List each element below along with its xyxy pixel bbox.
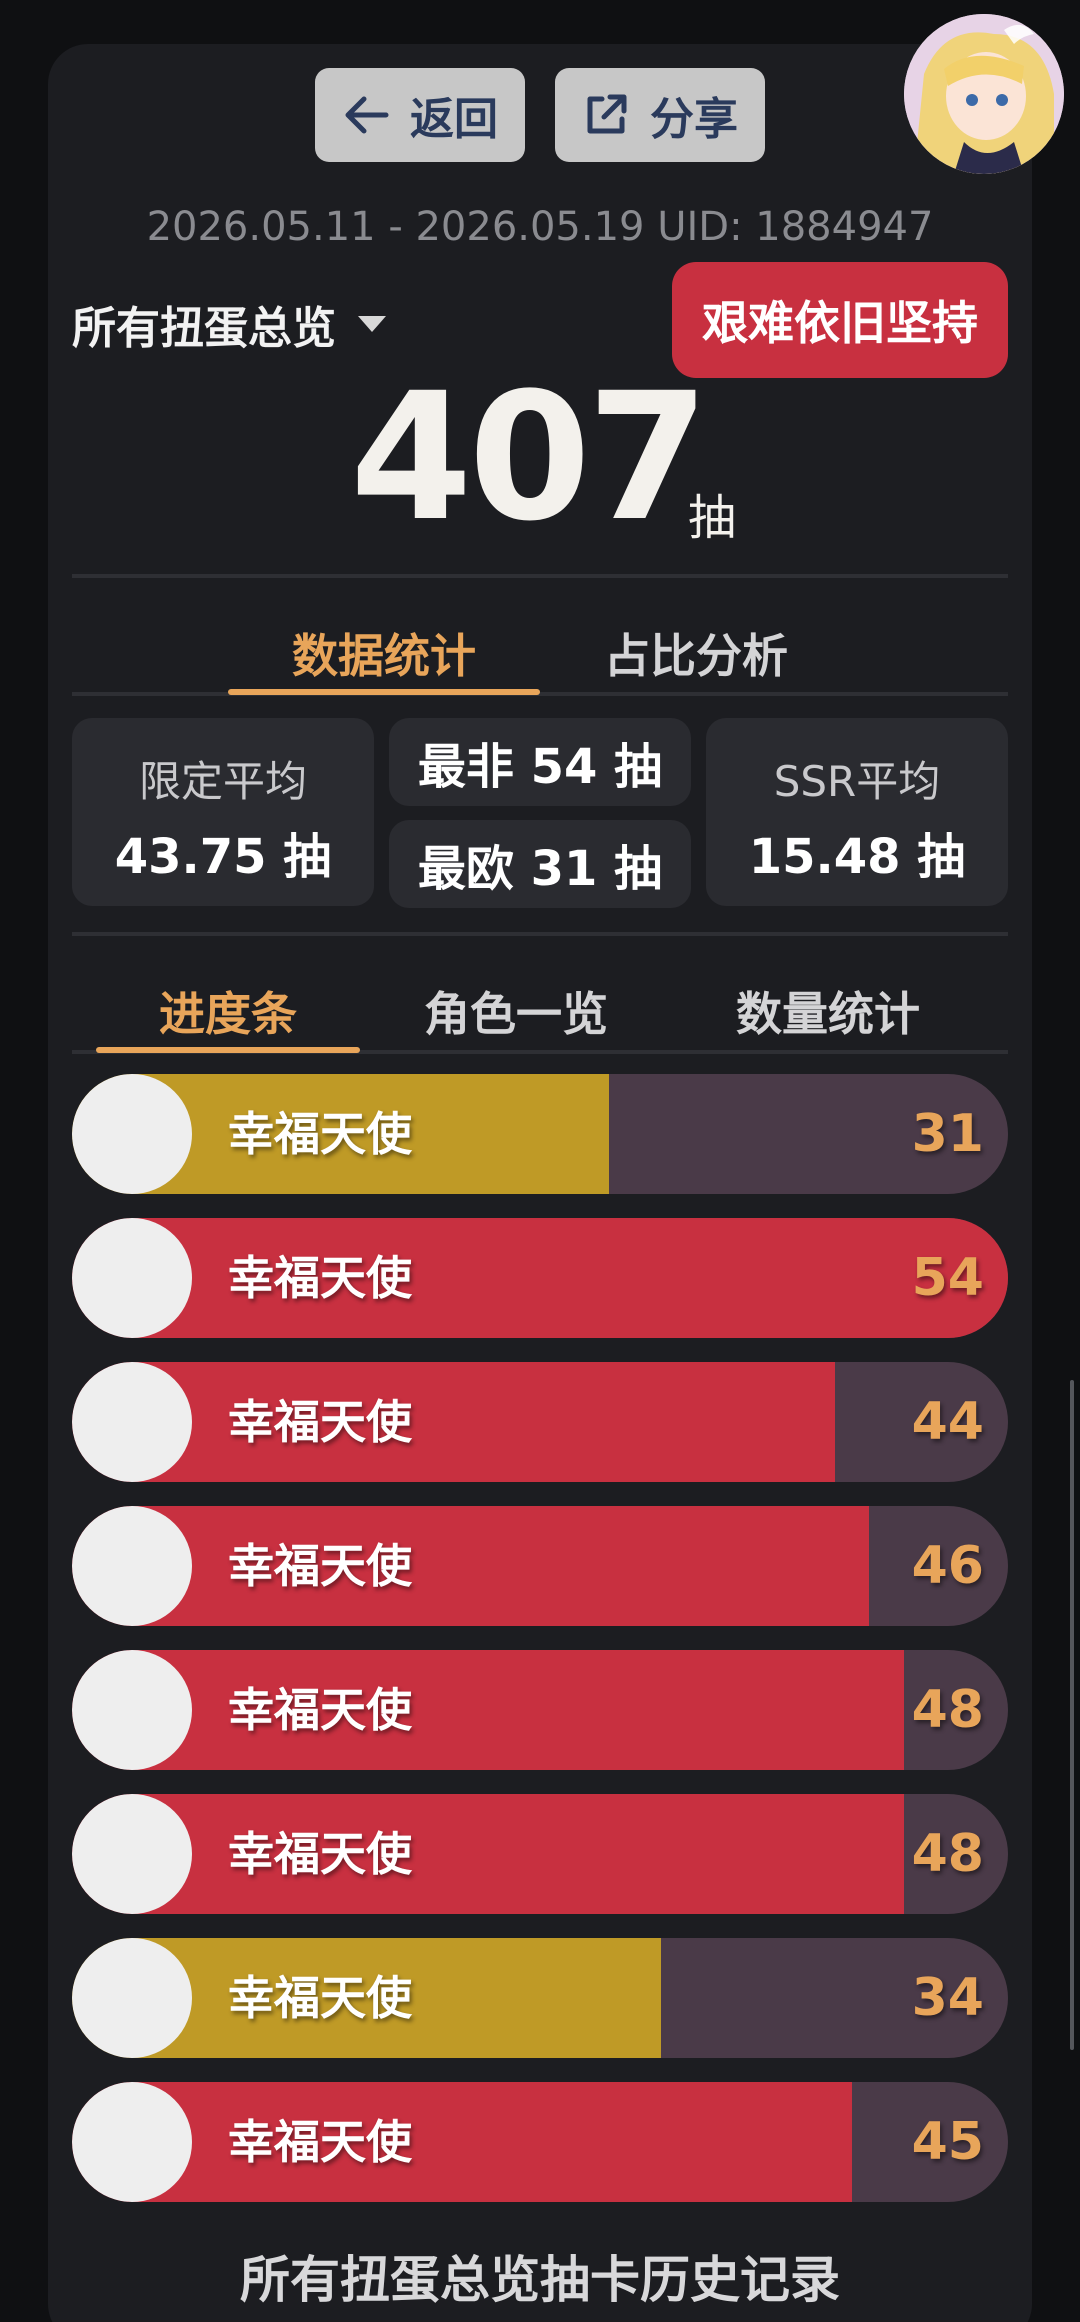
progress-fill: [72, 1650, 904, 1770]
ssr-avg-value: 15.48 抽: [748, 829, 966, 885]
avatar[interactable]: [904, 14, 1064, 174]
character-avatar: [72, 1362, 192, 1482]
character-name: 幸福天使: [228, 1827, 412, 1881]
pull-count: 54: [911, 1248, 984, 1308]
progress-fill: [72, 1794, 904, 1914]
character-name: 幸福天使: [228, 1107, 412, 1161]
character-avatar: [72, 1074, 192, 1194]
tab-data-stats[interactable]: 数据统计: [228, 620, 540, 686]
scrollbar[interactable]: [1070, 1380, 1074, 2050]
character-avatar: [72, 1218, 192, 1338]
worst-box: 最非 54 抽: [389, 718, 691, 806]
arrow-left-icon: [342, 95, 390, 135]
pull-count: 48: [911, 1824, 984, 1884]
pull-count: 48: [911, 1680, 984, 1740]
limited-avg-box: 限定平均 43.75 抽: [72, 718, 374, 906]
share-button[interactable]: 分享: [555, 68, 765, 162]
character-name: 幸福天使: [228, 1395, 412, 1449]
character-name: 幸福天使: [228, 1971, 412, 2025]
subtab-underline: [96, 1047, 360, 1053]
history-title: 所有扭蛋总览抽卡历史记录: [240, 2251, 840, 2309]
overview-title-label: 所有扭蛋总览: [72, 303, 336, 354]
limited-avg-value: 43.75 抽: [114, 829, 332, 885]
total-pulls: 407: [350, 355, 709, 560]
character-avatar: [72, 1506, 192, 1626]
total-unit: 抽: [688, 490, 737, 546]
page: 返回 分享 2026.05.11 - 2026.05.19 UID: 18849…: [0, 0, 1080, 2322]
pull-count: 31: [911, 1104, 984, 1164]
progress-row[interactable]: 幸福天使 48: [72, 1794, 1008, 1914]
progress-row[interactable]: 幸福天使 48: [72, 1650, 1008, 1770]
date-range-uid: 2026.05.11 - 2026.05.19 UID: 1884947: [146, 204, 934, 250]
tab-character-list[interactable]: 角色一览: [384, 978, 648, 1044]
progress-row[interactable]: 幸福天使 44: [72, 1362, 1008, 1482]
progress-row[interactable]: 幸福天使 34: [72, 1938, 1008, 2058]
character-avatar: [72, 1794, 192, 1914]
character-name: 幸福天使: [228, 1539, 412, 1593]
divider: [72, 574, 1008, 578]
character-name: 幸福天使: [228, 1683, 412, 1737]
tab-ratio-analysis[interactable]: 占比分析: [540, 620, 852, 686]
tab-count-stats[interactable]: 数量统计: [694, 978, 962, 1044]
share-label: 分享: [650, 94, 738, 145]
character-name: 幸福天使: [228, 2115, 412, 2169]
status-badge: 艰难依旧坚持: [672, 262, 1008, 378]
progress-row[interactable]: 幸福天使 45: [72, 2082, 1008, 2202]
limited-avg-label: 限定平均: [138, 757, 307, 806]
character-avatar: [72, 2082, 192, 2202]
character-avatar: [72, 1650, 192, 1770]
progress-row[interactable]: 幸福天使 54: [72, 1218, 1008, 1338]
worst-value: 最非 54 抽: [417, 739, 663, 795]
pull-count: 34: [911, 1968, 984, 2028]
character-name: 幸福天使: [228, 1251, 412, 1305]
progress-fill: [72, 1218, 1008, 1338]
back-label: 返回: [410, 94, 498, 145]
overview-dropdown[interactable]: 所有扭蛋总览: [72, 292, 386, 356]
ssr-avg-box: SSR平均 15.48 抽: [706, 718, 1008, 906]
ssr-avg-label: SSR平均: [773, 757, 941, 806]
divider: [72, 932, 1008, 936]
progress-row[interactable]: 幸福天使 46: [72, 1506, 1008, 1626]
best-box: 最欧 31 抽: [389, 820, 691, 908]
character-avatar: [72, 1938, 192, 2058]
external-share-icon: [582, 91, 630, 139]
best-value: 最欧 31 抽: [417, 841, 663, 897]
pull-count: 45: [911, 2112, 984, 2172]
progress-row[interactable]: 幸福天使 31: [72, 1074, 1008, 1194]
tab-progress-bars[interactable]: 进度条: [96, 978, 360, 1044]
tab-underline: [228, 689, 540, 695]
back-button[interactable]: 返回: [315, 68, 525, 162]
tabs-divider: [72, 692, 1008, 696]
pull-count: 44: [911, 1392, 984, 1452]
caret-down-icon: [358, 316, 386, 332]
pull-count: 46: [911, 1536, 984, 1596]
